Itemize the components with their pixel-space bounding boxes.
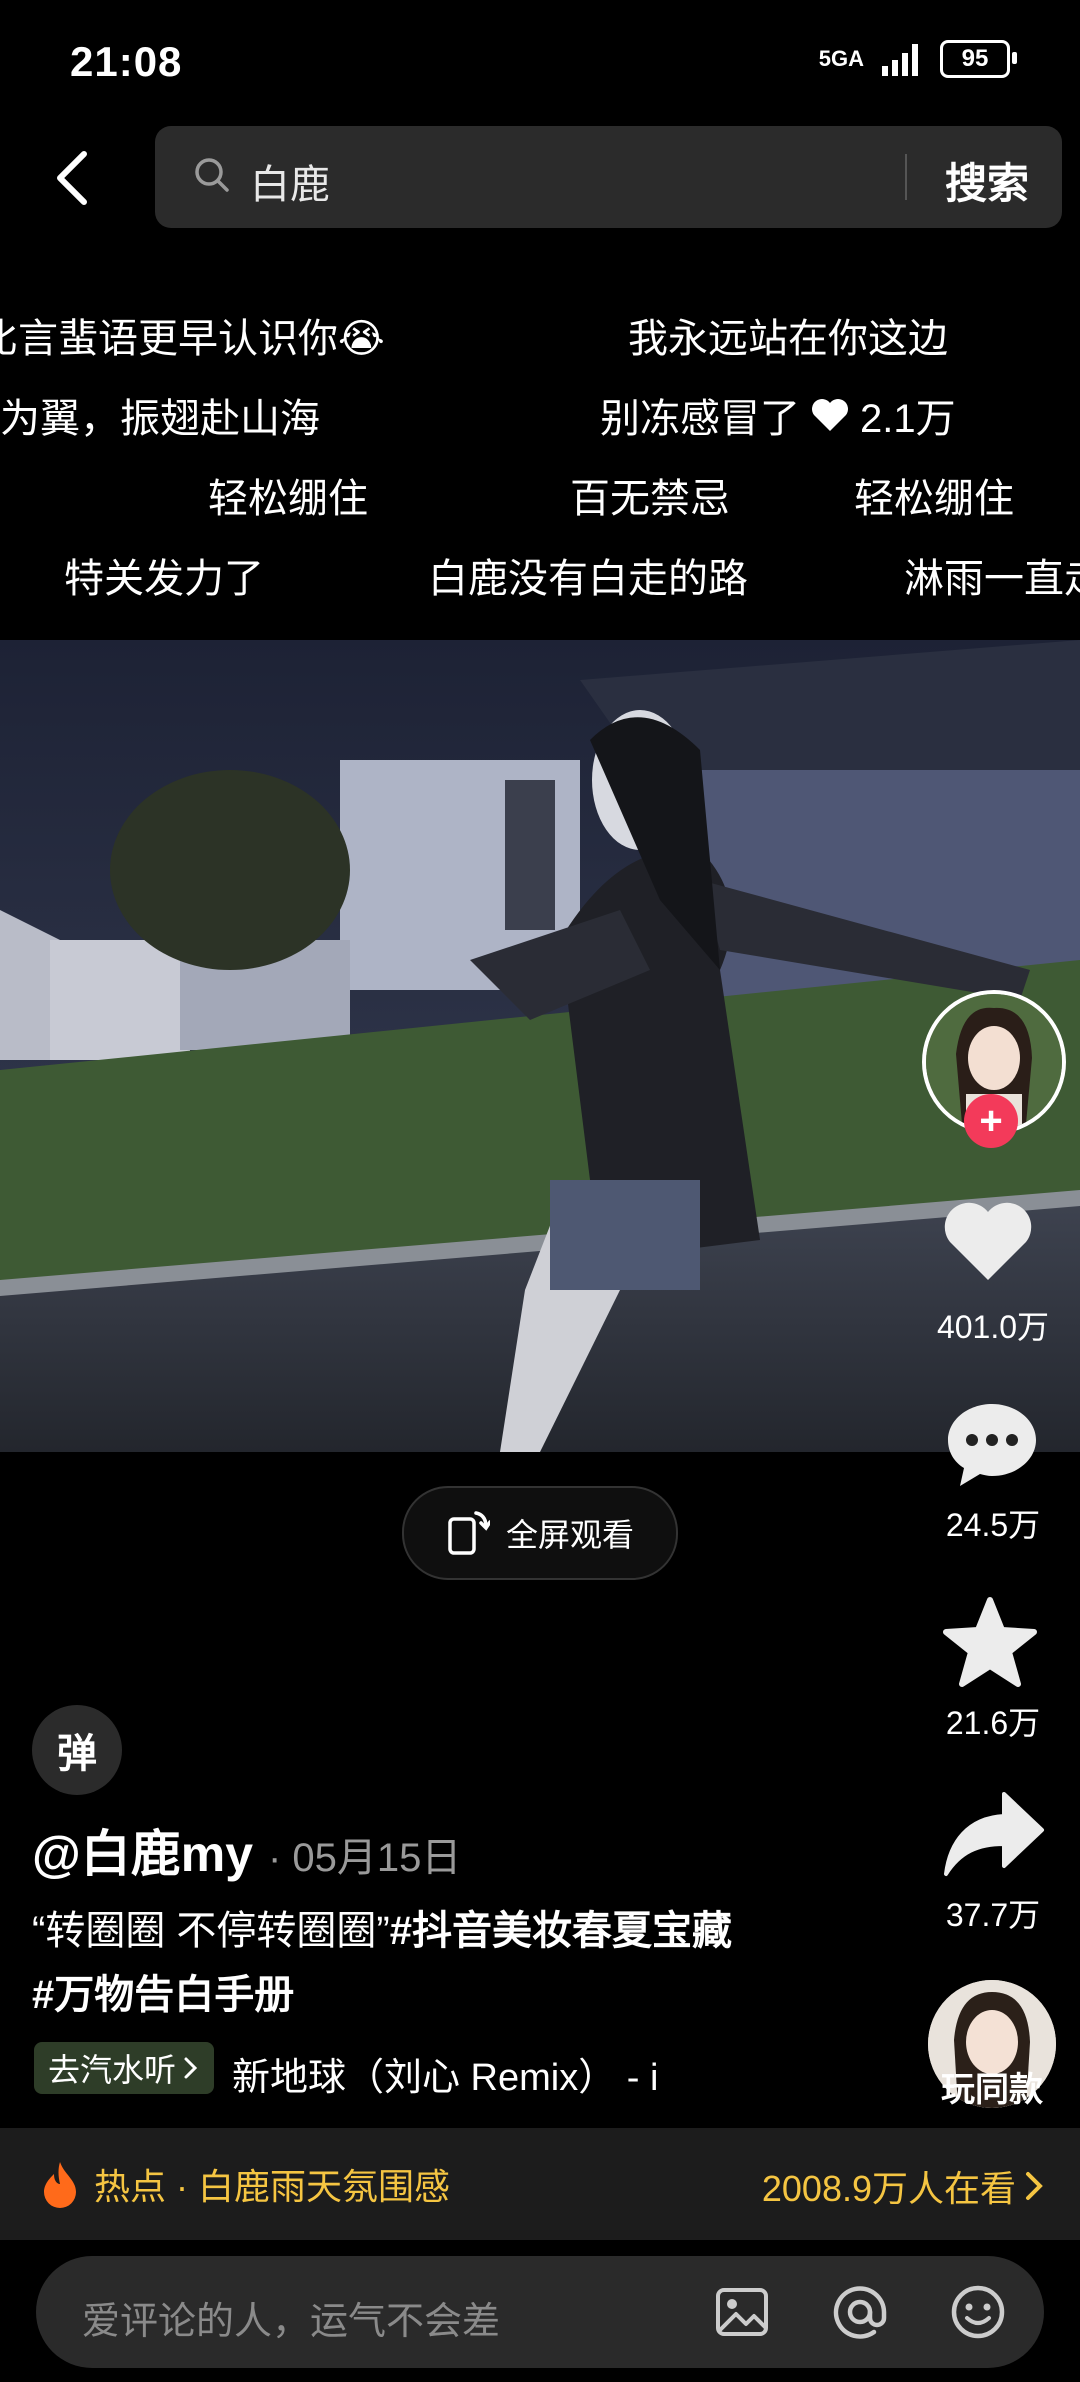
share-arrow-icon [944,1792,1044,1876]
fullscreen-button[interactable]: 全屏观看 [402,1486,678,1580]
watching-count: 2008.9万人在看 [762,2160,1044,2212]
hashtag-link[interactable]: #万物告白手册 [32,1962,294,2020]
danmaku-item: 为翼，振翅赴山海 [0,397,320,441]
share-button[interactable] [942,1790,1046,1886]
danmaku-item-liked: 别冻感冒了 2.1万 [600,386,956,444]
heart-icon [812,399,848,431]
comment-bar[interactable]: 爱评论的人，运气不会差 [36,2256,1044,2368]
fullscreen-label: 全屏观看 [505,1517,634,1553]
like-button[interactable] [940,1198,1050,1298]
image-icon[interactable] [712,2282,772,2342]
search-bar[interactable]: 白鹿 搜索 [155,126,1062,228]
battery-indicator: 95 [940,40,1017,78]
danmaku-toggle-button[interactable]: 弹 [32,1705,122,1795]
watching-label: 2008.9万人在看 [761,2168,1016,2209]
favorite-button[interactable] [942,1596,1042,1692]
search-input[interactable]: 白鹿 [250,152,330,210]
follow-button[interactable]: + [964,1094,1018,1148]
network-label: 5GA [818,46,864,71]
hot-topic-bar[interactable]: 热点 · 白鹿雨天氛围感 2008.9万人在看 [0,2128,1080,2240]
danmaku-item: 比言蜚语更早认识你😭 [0,317,385,361]
share-count: 37.7万 [945,1897,1041,1933]
back-button[interactable] [48,148,100,208]
status-icons: 5GA 95 [818,40,1017,78]
heart-icon [944,1202,1032,1280]
danmaku-item: 百无禁忌 [570,477,730,521]
comment-button[interactable] [944,1400,1044,1490]
battery-level: 95 [961,45,989,72]
emoji-icon[interactable] [948,2282,1008,2342]
author-name[interactable]: @白鹿my [32,1814,253,1886]
danmaku-item: 淋雨一直走 [904,557,1080,601]
danmaku-item: 我永远站在你这边 [628,317,948,361]
danmaku-item: 轻松绷住 [208,477,368,521]
comment-input[interactable]: 爱评论的人，运气不会差 [82,2290,500,2345]
mention-icon[interactable] [830,2282,890,2342]
chevron-right-icon [184,2057,198,2079]
hot-topic: 热点 · 白鹿雨天氛围感 [40,2158,450,2210]
rotate-screen-icon [448,1511,490,1555]
signal-icon [882,44,918,76]
favorite-count: 21.6万 [945,1705,1041,1741]
star-icon [943,1597,1037,1687]
music-app-label: 去汽水听 [48,2052,177,2088]
play-same-label: 玩同款 [941,2071,1043,2109]
danmaku-item: 特关发力了 [64,557,264,601]
danmaku-like-count: 2.1万 [860,397,956,441]
danmaku-item: 白鹿没有白走的路 [428,557,748,601]
post-description: “转圈圈 不停转圈圈”#抖音美妆春夏宝藏 [32,1898,732,1956]
status-time: 21:08 [70,38,183,85]
comment-count: 24.5万 [945,1507,1041,1543]
network-type: 5GA [818,46,864,71]
flame-icon [44,2162,76,2208]
danmaku-toggle-label: 弹 [57,1732,97,1776]
description-text: “转圈圈 不停转圈圈” [32,1909,390,1953]
music-title[interactable]: 新地球（刘心 Remix） - i [232,2046,658,2101]
music-app-link[interactable]: 去汽水听 [34,2042,215,2094]
search-button[interactable]: 搜索 [945,150,1029,211]
search-divider [905,154,907,200]
search-icon [195,158,229,192]
danmaku-text: 别冻感冒了 [600,397,800,441]
like-count: 401.0万 [936,1309,1050,1345]
chevron-left-icon [57,151,87,205]
hashtag-link[interactable]: #抖音美妆春夏宝藏 [390,1909,732,1953]
post-date: · 05月15日 [268,1836,462,1880]
hot-topic-label: 热点 · 白鹿雨天氛围感 [94,2166,450,2207]
chevron-right-icon [1026,2172,1043,2200]
comment-bubble-icon [948,1404,1036,1486]
danmaku-item: 轻松绷住 [854,477,1014,521]
